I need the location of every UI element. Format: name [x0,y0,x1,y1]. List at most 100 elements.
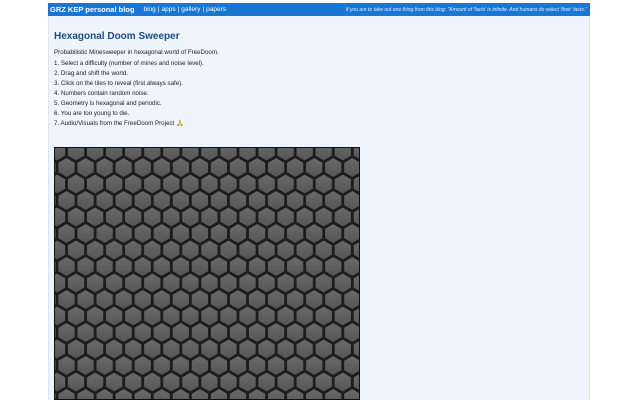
hex-tile[interactable] [85,172,105,196]
hex-tile[interactable] [228,189,248,212]
hex-tile[interactable] [266,222,286,245]
hex-tile[interactable] [190,189,210,212]
hex-tile[interactable] [237,337,258,361]
hex-tile[interactable] [76,354,96,377]
hex-tile[interactable] [114,288,134,311]
hex-tile[interactable] [180,238,200,262]
hex-tile[interactable] [104,337,124,361]
hex-tile[interactable] [114,354,134,377]
hex-tile[interactable] [76,255,96,278]
hex-tile[interactable] [190,222,210,245]
hex-tile[interactable] [199,304,219,328]
hex-tile[interactable] [152,255,172,278]
hex-tile[interactable] [276,238,296,262]
hex-tile[interactable] [266,189,286,212]
hex-tile[interactable] [171,156,191,179]
hex-tile[interactable] [104,172,124,196]
hex-tile[interactable] [209,156,229,179]
hex-tile[interactable] [104,238,124,262]
hex-tile[interactable] [56,255,77,278]
hex-tile[interactable] [142,304,162,328]
hex-tile[interactable] [285,189,305,212]
hex-tile[interactable] [161,370,181,394]
hex-tile[interactable] [133,354,153,377]
hex-tile[interactable] [342,288,359,311]
hex-tile[interactable] [247,222,267,245]
hex-tile[interactable] [304,255,324,278]
hex-tile[interactable] [123,337,143,361]
hex-tile[interactable] [237,205,258,229]
hex-tile[interactable] [161,205,181,229]
hex-tile[interactable] [85,304,105,328]
hex-tile[interactable] [333,370,353,394]
hex-tile[interactable] [257,370,277,394]
hex-tile[interactable] [276,271,296,295]
hex-tile[interactable] [314,304,334,328]
hex-tile[interactable] [247,156,267,179]
hex-tile[interactable] [142,370,162,394]
hex-tile[interactable] [257,337,277,361]
hex-tile[interactable] [171,354,191,377]
hex-tile[interactable] [114,189,134,212]
hex-tile[interactable] [218,205,239,229]
hex-tile[interactable] [171,222,191,245]
hex-tile[interactable] [266,156,286,179]
hex-tile[interactable] [152,354,172,377]
hex-tile[interactable] [180,205,200,229]
hex-tile[interactable] [333,238,353,262]
hex-tile[interactable] [218,238,239,262]
nav-link-papers[interactable]: papers [206,6,226,13]
hex-tile[interactable] [342,189,359,212]
hex-tile[interactable] [314,370,334,394]
hex-tile[interactable] [171,288,191,311]
hex-tile[interactable] [85,337,105,361]
hex-tile[interactable] [323,321,343,344]
hex-tile[interactable] [133,189,153,212]
hex-tile[interactable] [295,205,315,229]
hex-tile[interactable] [323,288,343,311]
hex-tile[interactable] [123,370,143,394]
hex-tile[interactable] [209,255,229,278]
hex-tile[interactable] [228,288,248,311]
hex-tile[interactable] [276,337,296,361]
hex-tile[interactable] [180,172,200,196]
hex-tile[interactable] [190,255,210,278]
hex-tile[interactable] [171,321,191,344]
hex-tile[interactable] [295,337,315,361]
hex-tile[interactable] [199,271,219,295]
hex-tile[interactable] [257,271,277,295]
hex-tile[interactable] [142,337,162,361]
hex-tile[interactable] [314,172,334,196]
hex-tile[interactable] [257,238,277,262]
hex-tile[interactable] [314,205,334,229]
hex-tile[interactable] [180,337,200,361]
hex-tile[interactable] [123,304,143,328]
hex-tile[interactable] [304,156,324,179]
hex-tile[interactable] [323,255,343,278]
hex-tile[interactable] [133,321,153,344]
hex-tile[interactable] [85,205,105,229]
hex-tile[interactable] [85,238,105,262]
hex-tile[interactable] [333,337,353,361]
hex-tile[interactable] [333,205,353,229]
hex-tile[interactable] [314,337,334,361]
hex-tile[interactable] [114,222,134,245]
hex-tile[interactable] [285,222,305,245]
hex-tile[interactable] [247,255,267,278]
hex-tile[interactable] [66,304,86,328]
hex-tile[interactable] [295,271,315,295]
hex-tile[interactable] [266,288,286,311]
hex-tile[interactable] [95,255,115,278]
hex-tile[interactable] [133,255,153,278]
hex-tile[interactable] [123,205,143,229]
hex-grid[interactable] [55,148,359,399]
hex-tile[interactable] [304,189,324,212]
hex-tile[interactable] [56,189,77,212]
hex-tile[interactable] [66,271,86,295]
hex-tile[interactable] [237,271,258,295]
hex-tile[interactable] [66,370,86,394]
hex-tile[interactable] [114,156,134,179]
hex-tile[interactable] [142,172,162,196]
hex-tile[interactable] [199,370,219,394]
hex-tile[interactable] [276,172,296,196]
